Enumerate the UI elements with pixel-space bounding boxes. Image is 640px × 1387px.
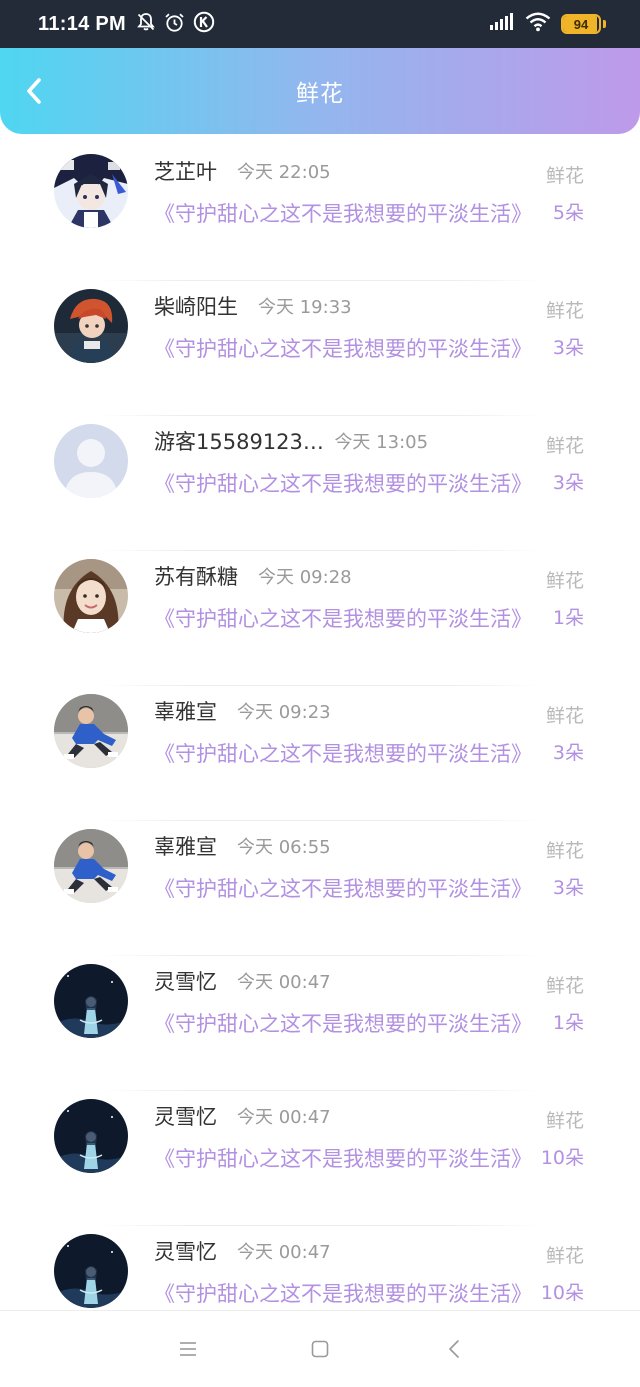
status-bar: 11:14 PM 94 bbox=[0, 0, 640, 48]
battery-indicator: 94 bbox=[561, 14, 601, 34]
avatar[interactable] bbox=[54, 559, 128, 633]
avatar[interactable] bbox=[54, 964, 128, 1038]
home-square-icon bbox=[311, 1340, 329, 1358]
gift-count: 5朵 bbox=[552, 202, 584, 224]
username: 苏有酥糖 bbox=[154, 565, 238, 589]
username: 灵雪忆 bbox=[154, 970, 217, 994]
page-title: 鲜花 bbox=[296, 81, 344, 107]
signal-icon bbox=[489, 13, 515, 35]
back-button[interactable] bbox=[18, 74, 50, 108]
gift-count: 3朵 bbox=[552, 877, 584, 899]
alarm-icon bbox=[164, 12, 185, 37]
gift-type-label: 鲜花 bbox=[545, 705, 584, 727]
k-badge-icon bbox=[193, 11, 215, 37]
chevron-left-icon bbox=[27, 78, 41, 104]
avatar[interactable] bbox=[54, 694, 128, 768]
system-nav-bar bbox=[0, 1310, 640, 1387]
wifi-icon bbox=[525, 12, 551, 36]
gift-type-label: 鲜花 bbox=[545, 840, 584, 862]
gift-count: 10朵 bbox=[540, 1282, 584, 1304]
book-title-link[interactable]: 《守护甜心之这不是我想要的平淡生活》 bbox=[154, 738, 532, 768]
gift-timestamp: 今天 13:05 bbox=[334, 432, 429, 453]
home-button[interactable] bbox=[308, 1337, 332, 1361]
avatar[interactable] bbox=[54, 829, 128, 903]
book-title-link[interactable]: 《守护甜心之这不是我想要的平淡生活》 bbox=[154, 1008, 532, 1038]
battery-level: 94 bbox=[573, 16, 589, 32]
book-title-link[interactable]: 《守护甜心之这不是我想要的平淡生活》 bbox=[154, 1278, 532, 1308]
avatar[interactable] bbox=[54, 424, 128, 498]
gift-type-label: 鲜花 bbox=[545, 975, 584, 997]
book-title-link[interactable]: 《守护甜心之这不是我想要的平淡生活》 bbox=[154, 873, 532, 903]
gift-type-label: 鲜花 bbox=[545, 435, 584, 457]
menu-icon bbox=[180, 1342, 196, 1356]
mute-bell-icon bbox=[136, 12, 156, 36]
gift-timestamp: 今天 09:23 bbox=[237, 702, 331, 723]
gift-timestamp: 今天 00:47 bbox=[237, 1107, 331, 1128]
gift-count: 10朵 bbox=[540, 1147, 584, 1169]
gift-list-item[interactable]: 灵雪忆 今天 00:47 鲜花 《守护甜心之这不是我想要的平淡生活》 1朵 bbox=[0, 956, 640, 1091]
username: 辜雅宣 bbox=[154, 835, 217, 859]
username: 芝芷叶 bbox=[154, 160, 217, 184]
battery-tip bbox=[603, 20, 606, 28]
book-title-link[interactable]: 《守护甜心之这不是我想要的平淡生活》 bbox=[154, 1143, 532, 1173]
gift-type-label: 鲜花 bbox=[545, 570, 584, 592]
gift-list-item[interactable]: 辜雅宣 今天 06:55 鲜花 《守护甜心之这不是我想要的平淡生活》 3朵 bbox=[0, 821, 640, 956]
gift-count: 3朵 bbox=[552, 472, 584, 494]
gift-type-label: 鲜花 bbox=[545, 1110, 584, 1132]
gift-timestamp: 今天 22:05 bbox=[237, 162, 331, 183]
gift-timestamp: 今天 06:55 bbox=[237, 837, 331, 858]
gift-timestamp: 今天 09:28 bbox=[258, 567, 352, 588]
username: 柴崎阳生 bbox=[154, 295, 238, 319]
gift-list-item[interactable]: 灵雪忆 今天 00:47 鲜花 《守护甜心之这不是我想要的平淡生活》 10朵 bbox=[0, 1091, 640, 1226]
avatar[interactable] bbox=[54, 154, 128, 228]
gift-type-label: 鲜花 bbox=[545, 1245, 584, 1267]
avatar[interactable] bbox=[54, 1234, 128, 1308]
gift-list-item[interactable]: 柴崎阳生 今天 19:33 鲜花 《守护甜心之这不是我想要的平淡生活》 3朵 bbox=[0, 281, 640, 416]
username: 辜雅宣 bbox=[154, 700, 217, 724]
gift-list-item[interactable]: 芝芷叶 今天 22:05 鲜花 《守护甜心之这不是我想要的平淡生活》 5朵 bbox=[0, 146, 640, 281]
book-title-link[interactable]: 《守护甜心之这不是我想要的平淡生活》 bbox=[154, 333, 532, 363]
status-time: 11:14 PM bbox=[38, 12, 127, 35]
book-title-link[interactable]: 《守护甜心之这不是我想要的平淡生活》 bbox=[154, 603, 532, 633]
gift-timestamp: 今天 00:47 bbox=[237, 972, 331, 993]
avatar[interactable] bbox=[54, 1099, 128, 1173]
gift-list-item[interactable]: 苏有酥糖 今天 09:28 鲜花 《守护甜心之这不是我想要的平淡生活》 1朵 bbox=[0, 551, 640, 686]
username: 灵雪忆 bbox=[154, 1240, 217, 1264]
flower-gifts-screen: 11:14 PM 94 鲜花 芝芷叶 今天 22:05 鲜花 《守护甜心之这不是… bbox=[0, 0, 640, 1387]
gift-list: 芝芷叶 今天 22:05 鲜花 《守护甜心之这不是我想要的平淡生活》 5朵 柴崎阳生 今天 … bbox=[0, 146, 640, 1361]
gift-count: 3朵 bbox=[552, 742, 584, 764]
gift-count: 1朵 bbox=[552, 1012, 584, 1034]
gift-type-label: 鲜花 bbox=[545, 300, 584, 322]
app-header: 鲜花 bbox=[0, 48, 640, 134]
gift-list-item[interactable]: 游客15589123… 今天 13:05 鲜花 《守护甜心之这不是我想要的平淡生活》 3… bbox=[0, 416, 640, 551]
book-title-link[interactable]: 《守护甜心之这不是我想要的平淡生活》 bbox=[154, 468, 532, 498]
gift-list-item[interactable]: 辜雅宣 今天 09:23 鲜花 《守护甜心之这不是我想要的平淡生活》 3朵 bbox=[0, 686, 640, 821]
gift-count: 1朵 bbox=[552, 607, 584, 629]
gift-timestamp: 今天 19:33 bbox=[258, 297, 352, 318]
gift-count: 3朵 bbox=[552, 337, 584, 359]
username: 游客15589123… bbox=[154, 430, 324, 454]
gift-timestamp: 今天 00:47 bbox=[237, 1242, 331, 1263]
back-triangle-icon bbox=[449, 1340, 459, 1358]
menu-button[interactable] bbox=[176, 1337, 200, 1361]
gift-type-label: 鲜花 bbox=[545, 165, 584, 187]
book-title-link[interactable]: 《守护甜心之这不是我想要的平淡生活》 bbox=[154, 198, 532, 228]
avatar[interactable] bbox=[54, 289, 128, 363]
username: 灵雪忆 bbox=[154, 1105, 217, 1129]
system-back-button[interactable] bbox=[442, 1337, 466, 1361]
